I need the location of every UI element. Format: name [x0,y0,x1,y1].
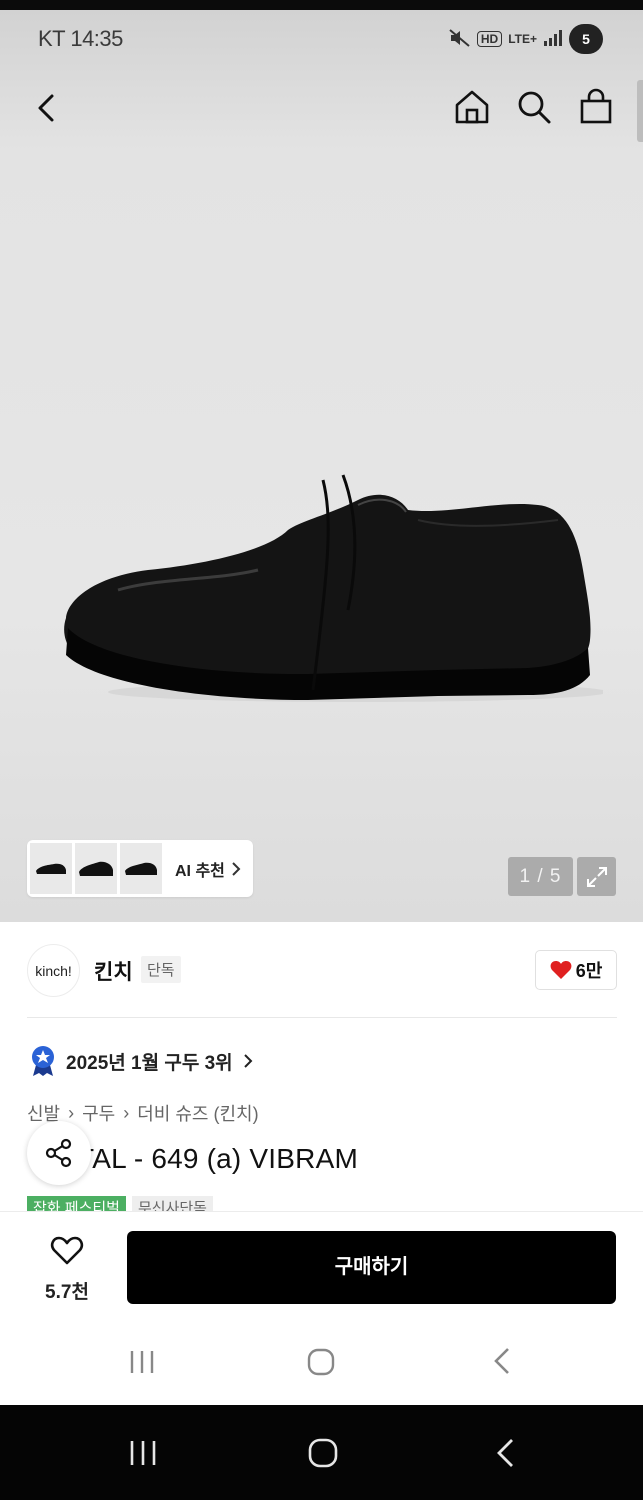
ai-recommend-link[interactable]: AI 추천 [175,857,241,881]
share-button[interactable] [27,1121,91,1185]
brand-logo[interactable]: kinch! [27,944,80,997]
status-icons: HD LTE+ 5 [449,24,603,54]
chevron-right-icon [232,861,241,876]
buy-button[interactable]: 구매하기 [127,1231,616,1304]
breadcrumb-item[interactable]: 구두 [82,1100,115,1126]
thumbnail[interactable] [75,843,117,894]
status-time: KT 14:35 [38,26,123,51]
cart-icon[interactable] [577,88,615,126]
thumbnail[interactable] [30,843,72,894]
wishlist-count: 5.7천 [45,1282,89,1303]
chevron-right-icon: › [68,1102,75,1123]
thumbnail-strip[interactable]: AI 추천 [27,840,253,897]
exclusive-badge: 무신사단독 [131,1196,213,1212]
ai-recommend-label: AI 추천 [175,862,225,880]
scroll-indicator [637,80,643,142]
brand-row[interactable]: kinch! 킨치 단독 6만 [27,942,617,1000]
thumbnail[interactable] [120,843,162,894]
signal-icon [543,29,563,50]
system-back-icon[interactable] [490,1345,514,1382]
mute-icon [449,28,471,50]
lte-icon: LTE+ [508,32,537,46]
share-icon [45,1138,72,1168]
top-nav [0,80,643,136]
expand-icon[interactable] [577,857,616,896]
chevron-right-icon [243,1054,253,1068]
ranking-link[interactable]: 2025년 1월 구두 3위 [30,1044,253,1078]
home-button-icon[interactable] [307,1437,339,1474]
back-icon[interactable] [30,90,66,126]
badges: 잡화 페스티벌 무신사단독 [27,1196,213,1212]
hd-icon: HD [476,31,503,47]
exclusive-tag: 단독 [141,956,181,983]
wishlist-button[interactable]: 5.7천 [30,1236,104,1304]
brand-like-button[interactable]: 6만 [535,950,617,990]
image-counter: 1 / 5 [508,857,573,896]
product-title-text: TAL - 649 (a) VIBRAM [77,1143,358,1174]
festival-badge: 잡화 페스티벌 [27,1196,126,1212]
divider [27,1017,617,1018]
chevron-right-icon: › [123,1102,130,1123]
top-edge [0,0,643,10]
status-bar: KT 14:35 HD LTE+ 5 [0,18,643,62]
heart-filled-icon [550,961,572,979]
home-button-icon[interactable] [306,1345,336,1382]
recent-apps-icon[interactable] [128,1437,158,1474]
system-nav-light [0,1330,643,1396]
product-image [58,460,608,710]
battery-icon: 5 [569,24,603,54]
medal-icon [32,1046,54,1076]
system-back-icon[interactable] [492,1437,518,1474]
breadcrumb-item[interactable]: 더비 슈즈 (킨치) [137,1100,258,1126]
search-icon[interactable] [515,88,553,126]
brand-like-count: 6만 [575,961,603,981]
ranking-text: 2025년 1월 구두 3위 [66,1052,233,1074]
heart-outline-icon [50,1236,84,1265]
system-nav-dark [0,1405,643,1500]
home-icon[interactable] [453,88,491,126]
brand-name[interactable]: 킨치 [94,956,133,986]
recent-apps-icon[interactable] [128,1345,156,1382]
